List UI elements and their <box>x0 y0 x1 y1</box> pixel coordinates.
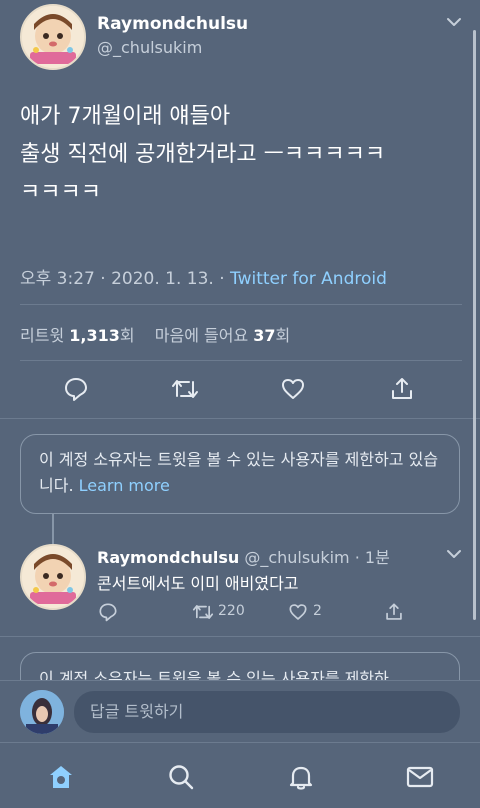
author-handle[interactable]: @_chulsukim <box>97 38 202 57</box>
share-icon[interactable] <box>389 376 415 402</box>
retweet-icon[interactable] <box>170 376 200 402</box>
notice-clip: 이 계정 소유자는 트윗을 볼 수 있는 사용자를 제한하 <box>0 636 480 680</box>
like-unit: 회 <box>275 326 291 345</box>
reply-header: Raymondchulsu @_chulsukim · 1분 <box>97 544 390 568</box>
reply-chevron-down-icon[interactable] <box>446 548 462 560</box>
notice-2-text: 이 계정 소유자는 트윗을 볼 수 있는 사용자를 제한하 <box>39 669 389 680</box>
divider <box>0 418 480 419</box>
reply-text: 콘서트에서도 이미 애비였다고 <box>97 574 299 593</box>
thread-connector <box>52 514 54 544</box>
scrollbar[interactable] <box>473 30 476 620</box>
retweet-unit: 회 <box>119 326 135 345</box>
home-icon[interactable] <box>47 763 75 791</box>
tweet-text-line: 출생 직전에 공개한거라고 ㅡㅋㅋㅋㅋㅋ <box>20 142 386 167</box>
retweet-label: 리트윗 <box>20 326 70 345</box>
author-display-name[interactable]: Raymondchulsu <box>97 14 248 34</box>
chevron-down-icon[interactable] <box>446 16 462 28</box>
reply-reply-icon[interactable] <box>98 602 118 622</box>
protected-account-notice-2: 이 계정 소유자는 트윗을 볼 수 있는 사용자를 제한하 <box>20 652 460 680</box>
divider <box>20 304 462 305</box>
tweet-text: 애가 7개월이래 얘들아 출생 직전에 공개한거라고 ㅡㅋㅋㅋㅋㅋ ㅋㅋㅋㅋ <box>20 98 385 212</box>
reply-retweet-count: 220 <box>218 603 245 619</box>
reply-icon[interactable] <box>63 376 89 402</box>
tweet-detail-screen: Raymondchulsu @_chulsukim 애가 7개월이래 얘들아 출… <box>0 0 480 808</box>
reply-retweet-icon[interactable] <box>191 602 215 622</box>
tweet-timestamp: 오후 3:27 · 2020. 1. 13. · Twitter for And… <box>20 264 387 289</box>
tweet-time: 오후 3:27 · 2020. 1. 13. · <box>20 269 231 289</box>
like-label: 마음에 들어요 <box>154 326 254 345</box>
current-user-avatar[interactable] <box>20 690 64 734</box>
reply-like-count: 2 <box>313 603 322 619</box>
bell-icon[interactable] <box>287 763 315 791</box>
divider <box>20 360 462 361</box>
protected-account-notice: 이 계정 소유자는 트윗을 볼 수 있는 사용자를 제한하고 있습니다. Lea… <box>20 434 460 514</box>
learn-more-link[interactable]: Learn more <box>79 476 170 495</box>
author-avatar[interactable] <box>20 4 86 70</box>
like-count[interactable]: 37 <box>253 326 275 345</box>
heart-icon[interactable] <box>280 376 306 402</box>
reply-display-name[interactable]: Raymondchulsu <box>97 548 239 567</box>
mail-icon[interactable] <box>406 765 434 789</box>
tweet-source-link[interactable]: Twitter for Android <box>230 269 387 289</box>
bottom-navigation <box>0 742 480 808</box>
tweet-text-line: 애가 7개월이래 얘들아 <box>20 104 231 129</box>
retweet-count[interactable]: 1,313 <box>69 326 120 345</box>
reply-heart-icon[interactable] <box>288 602 308 622</box>
reply-input[interactable]: 답글 트윗하기 <box>74 691 460 733</box>
reply-author-avatar[interactable] <box>20 544 86 610</box>
reply-handle-time[interactable]: @_chulsukim · 1분 <box>244 548 389 567</box>
search-icon[interactable] <box>167 763 195 791</box>
tweet-text-line: ㅋㅋㅋㅋ <box>20 180 101 205</box>
tweet-stats: 리트윗 1,313회 마음에 들어요 37회 <box>20 322 290 346</box>
reply-share-icon[interactable] <box>384 602 404 622</box>
